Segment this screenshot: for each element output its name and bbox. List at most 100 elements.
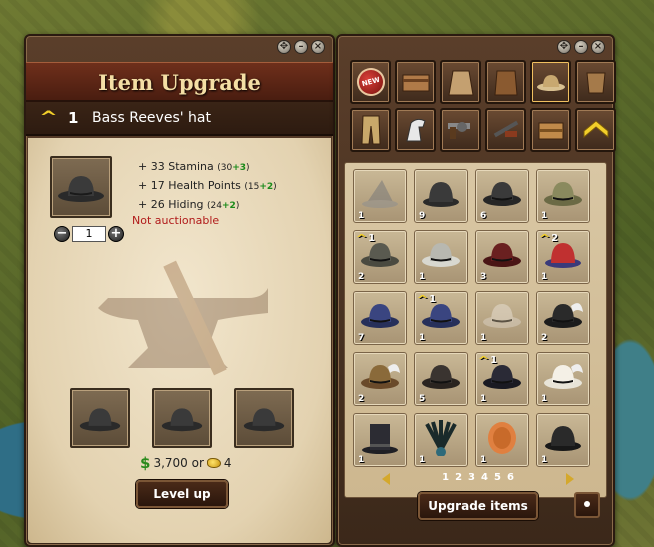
hat-icon (545, 425, 581, 451)
item-count: 1 (419, 272, 426, 282)
material-slot-1[interactable] (70, 388, 130, 448)
tab-hands[interactable] (575, 60, 616, 104)
item-count: 9 (419, 211, 426, 221)
tab-head[interactable] (530, 60, 571, 104)
minimize-icon[interactable]: – (574, 40, 588, 54)
item-count: 2 (541, 333, 548, 343)
hat-icon (422, 242, 460, 267)
settings-icon[interactable] (574, 492, 600, 518)
hat-icon (58, 176, 104, 202)
pants-icon (360, 115, 381, 145)
bag-icon (402, 74, 429, 92)
close-icon[interactable]: × (311, 40, 325, 54)
main-item-slot[interactable] (50, 156, 112, 218)
hat-icon (488, 421, 516, 454)
increase-button[interactable]: + (108, 226, 124, 242)
move-icon[interactable]: ✥ (557, 40, 571, 54)
inventory-item[interactable]: 9 (414, 169, 468, 223)
quantity-input[interactable]: 1 (72, 226, 106, 242)
upgrade-level-badge: ^ 1 (477, 354, 498, 367)
inventory-window: ✥ – × NEW 1 9 6 1 ^ 1 2 1 3 ^ 2 1 7 ^ 1 1 1 2 2 5 ^ 1 1 1 1 1 1 1 1… (336, 34, 616, 547)
inventory-item[interactable]: ^ 1 1 (414, 291, 468, 345)
hat-icon (423, 181, 459, 207)
new-badge-icon: NEW (353, 64, 388, 100)
page-3[interactable]: 3 (468, 472, 475, 488)
page-next-icon[interactable] (566, 473, 574, 485)
tab-right-arm[interactable] (440, 108, 481, 152)
item-count: 2 (358, 394, 365, 404)
hat-icon (422, 364, 460, 389)
stat-health: + 17 Health Points (15+2) (138, 179, 277, 192)
tab-neck[interactable] (485, 60, 526, 104)
tab-product[interactable] (530, 108, 571, 152)
hat-icon (361, 303, 399, 328)
upgrade-cost: $ 3,700 or 4 (140, 454, 232, 472)
upgrade-level-badge: ^ 1 (416, 293, 437, 306)
page-5[interactable]: 5 (494, 472, 501, 488)
inventory-item[interactable]: 1 (414, 230, 468, 284)
page-6[interactable]: 6 (507, 472, 514, 488)
inventory-item[interactable]: 2 (536, 291, 590, 345)
hat-icon (362, 179, 398, 208)
inventory-item[interactable]: 1 (536, 413, 590, 467)
inventory-grid: 1 9 6 1 ^ 1 2 1 3 ^ 2 1 7 ^ 1 1 1 2 2 5 ^ 1 1 1 1 1 1 1 (353, 169, 590, 467)
hat-icon (544, 181, 582, 206)
inventory-item[interactable]: 6 (475, 169, 529, 223)
tab-upgrade[interactable] (575, 108, 616, 152)
gold-nugget-icon (206, 458, 221, 468)
material-slot-2[interactable] (152, 388, 212, 448)
inventory-item[interactable]: ^ 2 1 (536, 230, 590, 284)
inventory-item[interactable]: 7 (353, 291, 407, 345)
material-slot-3[interactable] (234, 388, 294, 448)
inventory-item[interactable]: 5 (414, 352, 468, 406)
decrease-button[interactable]: − (54, 226, 70, 242)
upgrade-level-badge: ^ 2 (538, 232, 559, 245)
inventory-item[interactable]: 1 (353, 169, 407, 223)
upgrade-chevron-icon: ^ (39, 107, 58, 128)
item-count: 1 (358, 211, 365, 221)
inventory-item[interactable]: ^ 1 1 (475, 352, 529, 406)
level-up-button[interactable]: Level up (136, 480, 228, 508)
tab-bag[interactable] (395, 60, 436, 104)
hat-icon (79, 408, 121, 432)
inventory-item[interactable]: 1 (475, 413, 529, 467)
inventory-item[interactable]: 1 (414, 413, 468, 467)
rifle-icon (493, 120, 518, 138)
item-count: 1 (419, 333, 426, 343)
upgrade-items-button[interactable]: Upgrade items (418, 492, 538, 520)
minimize-icon[interactable]: – (294, 40, 308, 54)
inventory-item[interactable]: 1 (536, 169, 590, 223)
coat-icon (493, 70, 518, 96)
horse-icon (405, 118, 426, 142)
tab-left-arm[interactable] (485, 108, 526, 152)
inventory-item[interactable]: ^ 1 2 (353, 230, 407, 284)
crate-icon (538, 122, 563, 140)
inventory-item[interactable]: 1 (353, 413, 407, 467)
move-icon[interactable]: ✥ (277, 40, 291, 54)
inventory-item[interactable]: 2 (353, 352, 407, 406)
item-count: 6 (480, 211, 487, 221)
saddle-icon (585, 72, 606, 94)
window-controls: ✥ – × (557, 40, 605, 54)
page-1[interactable]: 1 (442, 472, 449, 488)
window-title-bar: Item Upgrade (26, 62, 333, 102)
item-count: 1 (480, 455, 487, 465)
inventory-item[interactable]: 1 (536, 352, 590, 406)
hat-icon (544, 302, 583, 328)
tab-new[interactable]: NEW (350, 60, 391, 104)
item-count: 1 (480, 333, 487, 343)
page-2[interactable]: 2 (455, 472, 462, 488)
tab-body[interactable] (440, 60, 481, 104)
upgrade-level-badge: ^ 1 (355, 232, 376, 245)
close-icon[interactable]: × (591, 40, 605, 54)
item-count: 1 (541, 394, 548, 404)
stat-stamina: + 33 Stamina (30+3) (138, 160, 250, 173)
tab-pants[interactable] (350, 108, 391, 152)
inventory-item[interactable]: 3 (475, 230, 529, 284)
upgrade-chevron-icon: ^ (538, 232, 551, 245)
hat-icon (483, 303, 521, 328)
tab-animal[interactable] (395, 108, 436, 152)
stats-list: + 33 Stamina (30+3) + 17 Health Points (… (138, 158, 277, 215)
inventory-item[interactable]: 1 (475, 291, 529, 345)
page-4[interactable]: 4 (481, 472, 488, 488)
